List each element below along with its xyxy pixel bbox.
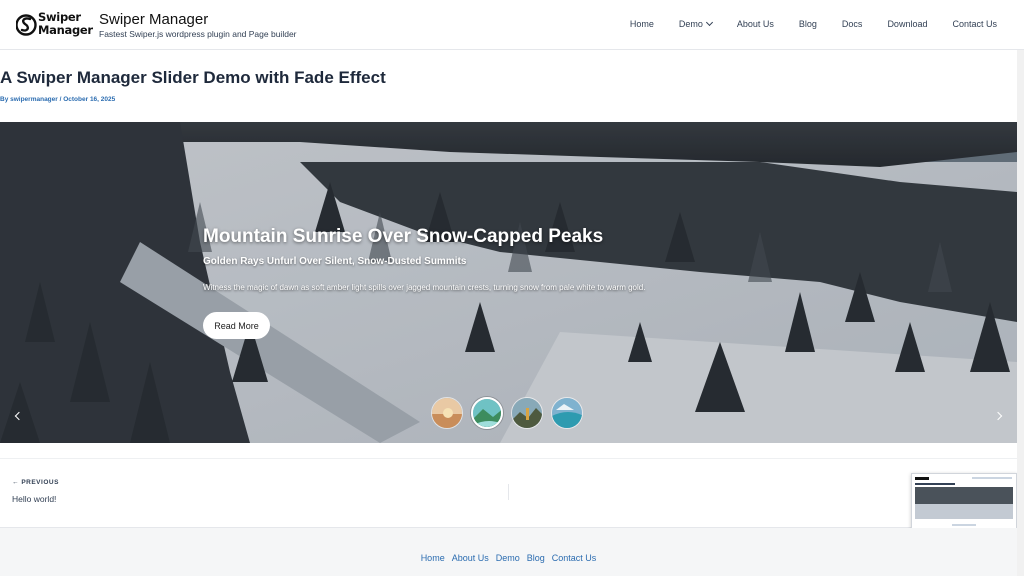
scrollbar[interactable]: [1017, 50, 1024, 576]
slide-description: Witness the magic of dawn as soft amber …: [203, 283, 646, 292]
nav-item-contact-us[interactable]: Contact Us: [952, 19, 997, 29]
nav-label: Download: [887, 19, 928, 29]
nav-item-docs[interactable]: Docs: [842, 19, 863, 29]
nav-item-blog[interactable]: Blog: [799, 19, 817, 29]
page-preview-thumbnail[interactable]: [911, 473, 1017, 533]
footer-link-about-us[interactable]: About Us: [452, 553, 489, 563]
nav-item-download[interactable]: Download: [887, 19, 927, 29]
site-header: Swiper Manager Swiper Manager Fastest Sw…: [0, 0, 1024, 50]
post-meta[interactable]: By swipermanager / October 16, 2025: [0, 96, 115, 103]
chevron-down-icon: [705, 18, 713, 27]
slide-heading: Mountain Sunrise Over Snow-Capped Peaks: [203, 226, 604, 247]
primary-nav: Home Demo About Us Blog Docs Download Co…: [605, 18, 997, 29]
footer-link-contact-us[interactable]: Contact Us: [552, 553, 597, 563]
nav-item-home[interactable]: Home: [630, 19, 654, 29]
thumbnail-image: [552, 398, 582, 428]
nav-label: Docs: [841, 19, 863, 29]
preview-image: [912, 474, 1016, 532]
footer-link-home[interactable]: Home: [421, 553, 445, 563]
nav-item-demo[interactable]: Demo: [678, 18, 713, 29]
slider-thumbnail-active[interactable]: [471, 397, 503, 429]
footer-link-blog[interactable]: Blog: [527, 553, 545, 563]
nav-label: Demo: [678, 19, 703, 29]
logo-s-icon: [16, 14, 37, 36]
slider-thumbnail[interactable]: [551, 397, 583, 429]
thumbnail-image: [473, 399, 501, 427]
nav-label: Blog: [798, 19, 817, 29]
slider-thumbnail[interactable]: [431, 397, 463, 429]
read-more-button[interactable]: Read More: [203, 312, 270, 339]
slider-thumbnail[interactable]: [511, 397, 543, 429]
slide-subheading: Golden Rays Unfurl Over Silent, Snow-Dus…: [203, 256, 467, 267]
post-nav-divider: [508, 484, 509, 500]
nav-item-about-us[interactable]: About Us: [737, 19, 774, 29]
logo-line-2: Manager: [38, 23, 93, 37]
site-title[interactable]: Swiper Manager: [99, 11, 208, 28]
previous-post-link[interactable]: Hello world!: [12, 494, 56, 504]
nav-label: Home: [629, 19, 654, 29]
arrow-left-icon: ←: [12, 479, 19, 486]
site-logo[interactable]: Swiper Manager: [16, 10, 93, 40]
nav-label: Contact Us: [952, 19, 997, 29]
page-title: A Swiper Manager Slider Demo with Fade E…: [0, 68, 386, 87]
logo-wordmark: Swiper Manager: [38, 11, 93, 37]
previous-label-text: PREVIOUS: [21, 479, 59, 486]
site-footer: [0, 528, 1017, 576]
nav-label: About Us: [736, 19, 774, 29]
thumbnail-image: [512, 398, 542, 428]
thumbnail-image: [432, 398, 462, 428]
footer-nav: Home About Us Demo Blog Contact Us: [0, 553, 1017, 563]
site-tagline: Fastest Swiper.js wordpress plugin and P…: [99, 29, 297, 39]
previous-post-label[interactable]: ← PREVIOUS: [12, 479, 59, 486]
footer-link-demo[interactable]: Demo: [496, 553, 520, 563]
slider-thumbnails: [431, 397, 583, 429]
